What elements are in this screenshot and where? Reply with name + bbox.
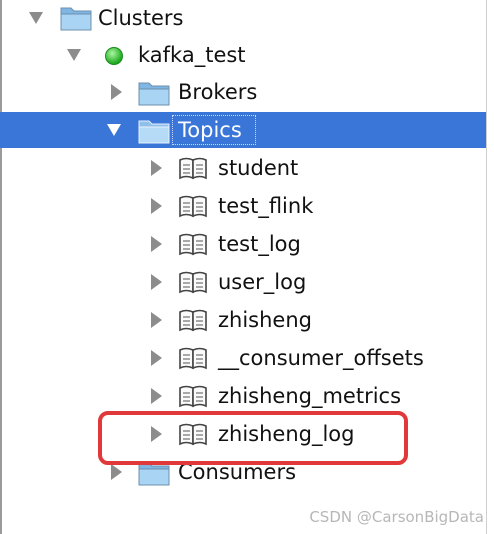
tree-node-topic[interactable]: user_log xyxy=(0,264,486,300)
collapse-toggle-icon[interactable] xyxy=(106,74,126,110)
folder-icon xyxy=(60,3,92,35)
collapse-toggle-icon[interactable] xyxy=(146,302,166,338)
tree-node-brokers[interactable]: Brokers xyxy=(0,74,486,110)
book-icon xyxy=(178,232,208,260)
collapse-toggle-icon[interactable] xyxy=(146,226,166,262)
collapse-toggle-icon[interactable] xyxy=(146,188,166,224)
node-label: test_log xyxy=(218,232,301,256)
expand-toggle-icon[interactable] xyxy=(26,0,46,36)
node-label: Topics xyxy=(178,118,242,142)
folder-icon xyxy=(138,116,170,148)
tree-node-topic[interactable]: test_log xyxy=(0,226,486,262)
tree-node-topic[interactable]: zhisheng xyxy=(0,302,486,338)
node-label: kafka_test xyxy=(138,43,246,67)
tree-node-cluster[interactable]: kafka_test xyxy=(0,37,486,73)
collapse-toggle-icon[interactable] xyxy=(146,264,166,300)
book-icon xyxy=(178,270,208,298)
collapse-toggle-icon[interactable] xyxy=(146,378,166,414)
node-label: zhisheng xyxy=(218,308,312,332)
folder-icon xyxy=(138,78,170,110)
node-label: __consumer_offsets xyxy=(218,346,424,370)
node-label: user_log xyxy=(218,270,307,294)
node-label: test_flink xyxy=(218,194,314,218)
collapse-toggle-icon[interactable] xyxy=(146,150,166,186)
node-label: Clusters xyxy=(98,6,184,30)
tree-node-topic[interactable]: student xyxy=(0,150,486,186)
book-icon xyxy=(178,308,208,336)
book-icon xyxy=(178,384,208,412)
highlight-annotation xyxy=(98,411,408,465)
tree-node-topic[interactable]: __consumer_offsets xyxy=(0,340,486,376)
expand-toggle-icon[interactable] xyxy=(104,112,124,148)
green-dot-icon xyxy=(104,46,124,70)
panel-right-border xyxy=(486,0,487,534)
book-icon xyxy=(178,156,208,184)
book-icon xyxy=(178,194,208,222)
tree-node-topic[interactable]: test_flink xyxy=(0,188,486,224)
watermark: CSDN @CarsonBigData xyxy=(309,508,484,526)
book-icon xyxy=(178,346,208,374)
collapse-toggle-icon[interactable] xyxy=(146,340,166,376)
node-label: zhisheng_metrics xyxy=(218,384,402,408)
node-label: student xyxy=(218,156,299,180)
tree-node-clusters[interactable]: Clusters xyxy=(0,0,486,36)
expand-toggle-icon[interactable] xyxy=(64,37,84,73)
node-label: Brokers xyxy=(178,80,258,104)
tree-node-topic[interactable]: zhisheng_metrics xyxy=(0,378,486,414)
tree-node-topics[interactable]: Topics xyxy=(0,112,486,148)
